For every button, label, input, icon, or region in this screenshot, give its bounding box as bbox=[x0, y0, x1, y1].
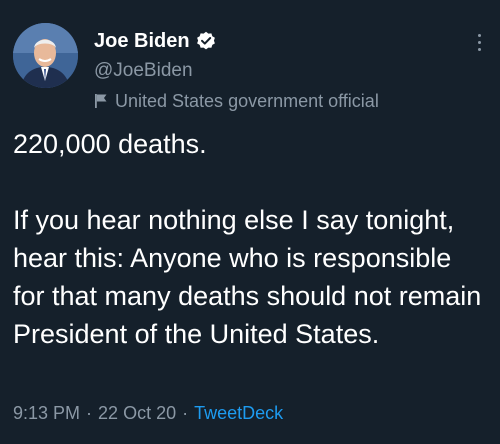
account-label-text: United States government official bbox=[115, 90, 379, 111]
author-name[interactable]: Joe Biden bbox=[94, 27, 190, 55]
meta-separator: · bbox=[182, 403, 189, 423]
more-options-icon[interactable] bbox=[476, 34, 482, 54]
tweet-meta: 9:13 PM · 22 Oct 20 · TweetDeck bbox=[13, 399, 283, 427]
avatar-image bbox=[13, 23, 78, 88]
flag-icon bbox=[94, 93, 108, 109]
meta-separator: · bbox=[86, 403, 93, 423]
verified-badge-icon bbox=[196, 31, 216, 51]
author-row: Joe Biden bbox=[94, 27, 216, 55]
tweet-time[interactable]: 9:13 PM bbox=[13, 399, 80, 427]
tweet-date[interactable]: 22 Oct 20 bbox=[98, 399, 176, 427]
author-handle[interactable]: @JoeBiden bbox=[94, 58, 193, 84]
tweet-card: Joe Biden @JoeBiden United States govern… bbox=[0, 0, 500, 444]
tweet-source-link[interactable]: TweetDeck bbox=[194, 399, 283, 427]
account-label[interactable]: United States government official bbox=[94, 88, 379, 114]
tweet-text: 220,000 deaths. If you hear nothing else… bbox=[13, 129, 482, 349]
avatar[interactable] bbox=[13, 23, 78, 88]
